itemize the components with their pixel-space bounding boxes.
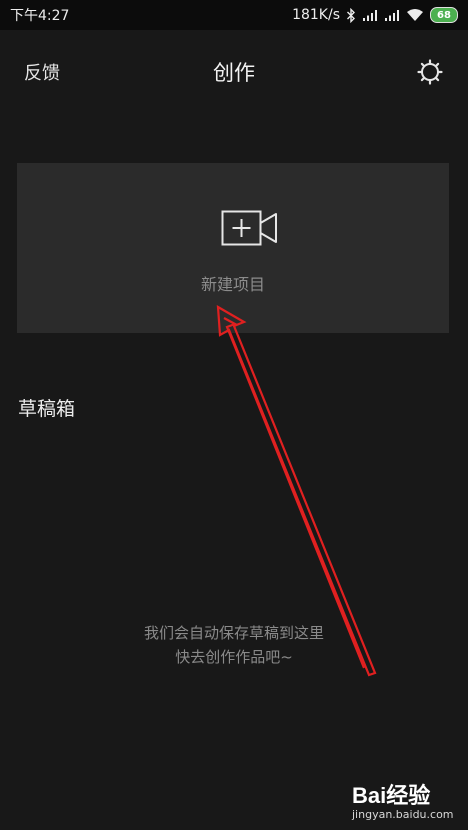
new-project-label: 新建项目 [200, 275, 265, 294]
network-speed: 181K/s [292, 7, 340, 23]
watermark-site: jingyan.baidu.com [352, 808, 454, 821]
creation-screen: 下午4:27 181K/s 68 反馈 创作 新建项目 草稿箱 我们会自动保存草… [0, 0, 468, 830]
signal-icon [385, 9, 399, 21]
drafts-title: 草稿箱 [18, 398, 76, 420]
baidu-jingyan-watermark: Bai经验 jingyan.baidu.com [348, 774, 458, 824]
status-indicators: 181K/s 68 [292, 7, 458, 23]
battery-icon: 68 [430, 7, 458, 23]
page-title: 创作 [213, 61, 255, 85]
gear-icon[interactable] [416, 58, 444, 86]
bluetooth-icon [347, 7, 355, 23]
status-time: 下午4:27 [10, 8, 70, 24]
drafts-empty-hint: 我们会自动保存草稿到这里 快去创作作品吧~ [0, 621, 468, 669]
wifi-icon [407, 9, 423, 21]
status-bar: 下午4:27 181K/s 68 [0, 0, 468, 30]
new-project-button[interactable]: 新建项目 [17, 163, 449, 333]
signal-icon [363, 9, 377, 21]
empty-hint-line: 我们会自动保存草稿到这里 [143, 624, 324, 642]
top-bar: 反馈 创作 [0, 30, 468, 112]
watermark-brand: Bai经验 [352, 783, 431, 808]
empty-hint-line: 快去创作作品吧~ [175, 648, 293, 666]
video-add-icon [221, 210, 277, 246]
